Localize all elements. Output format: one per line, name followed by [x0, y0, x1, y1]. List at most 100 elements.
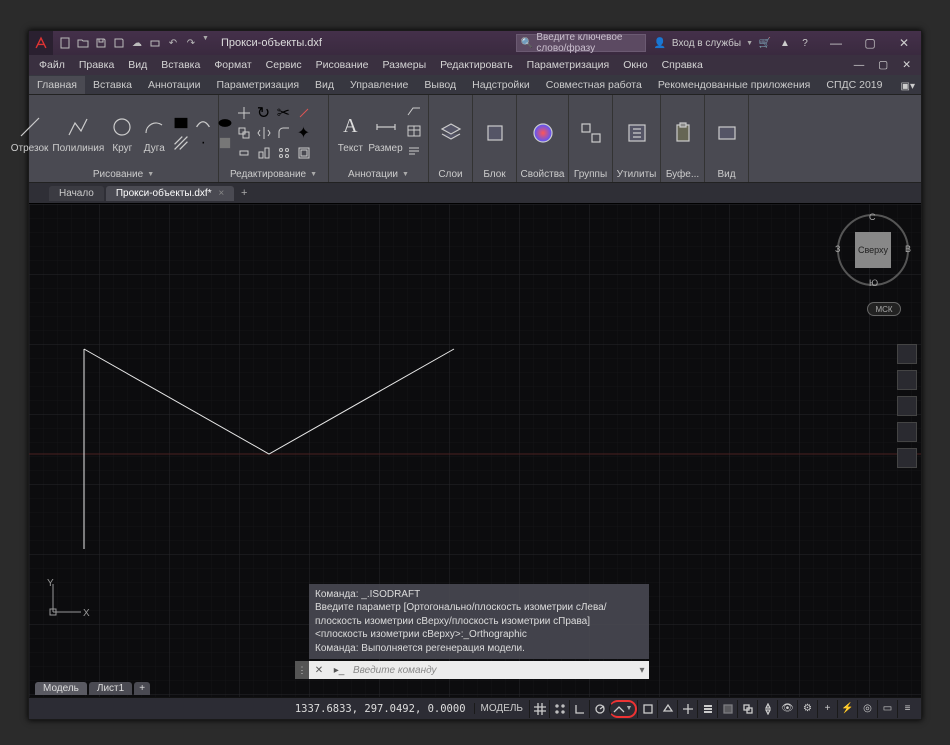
mirror-icon[interactable] [255, 124, 273, 142]
nav-orbit-icon[interactable] [897, 422, 917, 442]
coordinates-display[interactable]: 1337.6833, 297.0492, 0.0000 [287, 703, 474, 715]
hardware-accel-icon[interactable]: ⚡ [837, 700, 857, 718]
signin-icon[interactable]: 👤 [652, 35, 668, 51]
menu-modify[interactable]: Редактировать [434, 57, 519, 73]
hatch-icon[interactable] [172, 134, 190, 152]
cmd-drag-handle-icon[interactable]: ⋮ [295, 661, 309, 679]
qat-open-icon[interactable] [75, 35, 91, 51]
customize-icon[interactable]: ≡ [897, 700, 917, 718]
isodraft-toggle-icon[interactable]: ▼ [609, 700, 637, 718]
point-icon[interactable]: · [194, 134, 212, 152]
snap-toggle-icon[interactable] [549, 700, 569, 718]
cart-icon[interactable]: 🛒 [757, 35, 773, 51]
file-tab-start[interactable]: Начало [49, 186, 104, 201]
utilities-button[interactable] [623, 119, 651, 147]
arc-button[interactable]: Дуга [140, 113, 168, 154]
erase-icon[interactable] [295, 104, 313, 122]
minimize-button[interactable]: — [819, 31, 853, 55]
file-tab-current[interactable]: Прокси-объекты.dxf* × [106, 186, 234, 201]
panel-modify-label[interactable]: Редактирование▼ [225, 167, 322, 180]
explode-icon[interactable]: ✦ [295, 124, 313, 142]
scale-icon[interactable] [255, 144, 273, 162]
trim-icon[interactable]: ✂ [275, 104, 293, 122]
menu-tools[interactable]: Сервис [260, 57, 308, 73]
menu-parametric[interactable]: Параметризация [521, 57, 616, 73]
viewcube-e[interactable]: В [905, 244, 911, 254]
ribbon-tab-parametric[interactable]: Параметризация [209, 76, 308, 94]
text-button[interactable]: AТекст [336, 113, 364, 154]
properties-button[interactable] [529, 119, 557, 147]
ribbon-tab-output[interactable]: Вывод [416, 76, 464, 94]
menu-file[interactable]: Файл [33, 57, 71, 73]
polyline-button[interactable]: Полилиния [52, 113, 104, 154]
line-button[interactable]: Отрезок [11, 113, 49, 154]
menu-edit[interactable]: Правка [73, 57, 120, 73]
qat-save-icon[interactable] [93, 35, 109, 51]
grid-toggle-icon[interactable] [529, 700, 549, 718]
viewcube-top-face[interactable]: Сверху [855, 232, 891, 268]
maximize-button[interactable]: ▢ [853, 31, 887, 55]
ribbon-tab-spds[interactable]: СПДС 2019 [818, 76, 890, 94]
qat-undo-icon[interactable]: ↶ [165, 35, 181, 51]
3dosnap-toggle-icon[interactable] [657, 700, 677, 718]
doc-minimize-icon[interactable]: — [848, 57, 871, 73]
panel-annot-label[interactable]: Аннотации▼ [335, 167, 422, 180]
ribbon-tab-featured[interactable]: Рекомендованные приложения [650, 76, 819, 94]
qat-redo-icon[interactable]: ↷ [183, 35, 199, 51]
menu-insert[interactable]: Вставка [155, 57, 206, 73]
file-tab-close-icon[interactable]: × [218, 188, 224, 199]
view-button[interactable] [713, 119, 741, 147]
nav-showmotion-icon[interactable] [897, 448, 917, 468]
nav-wheel-icon[interactable] [897, 344, 917, 364]
workspace-icon[interactable]: ⚙ [797, 700, 817, 718]
ribbon-tab-manage[interactable]: Управление [342, 76, 416, 94]
cmd-close-icon[interactable]: ✕ [309, 665, 329, 676]
ortho-toggle-icon[interactable] [569, 700, 589, 718]
qat-cloud-icon[interactable]: ☁ [129, 35, 145, 51]
layout-tab-model[interactable]: Модель [35, 682, 87, 695]
fillet-icon[interactable] [275, 124, 293, 142]
lineweight-toggle-icon[interactable] [697, 700, 717, 718]
close-button[interactable]: ✕ [887, 31, 921, 55]
nav-pan-icon[interactable] [897, 370, 917, 390]
doc-close-icon[interactable]: ✕ [896, 57, 917, 73]
panel-draw-label[interactable]: Рисование▼ [35, 167, 212, 180]
menu-format[interactable]: Формат [208, 57, 257, 73]
leader-icon[interactable] [407, 104, 421, 122]
ribbon-tab-addins[interactable]: Надстройки [464, 76, 538, 94]
copy-icon[interactable] [235, 124, 253, 142]
qat-plot-icon[interactable] [147, 35, 163, 51]
isolate-icon[interactable]: ◎ [857, 700, 877, 718]
menu-window[interactable]: Окно [617, 57, 653, 73]
menu-help[interactable]: Справка [656, 57, 709, 73]
cleanscreen-icon[interactable]: ▭ [877, 700, 897, 718]
viewcube-s[interactable]: Ю [869, 278, 878, 288]
signin-dropdown-icon[interactable]: ▼ [746, 40, 753, 47]
signin-label[interactable]: Вход в службы [672, 38, 741, 49]
file-tab-new-button[interactable]: + [236, 185, 252, 201]
menu-draw[interactable]: Рисование [310, 57, 375, 73]
osnap-toggle-icon[interactable] [637, 700, 657, 718]
circle-button[interactable]: Круг [108, 113, 136, 154]
rotate-icon[interactable]: ↻ [255, 104, 273, 122]
dimension-button[interactable]: Размер [368, 113, 402, 154]
help-icon[interactable]: ? [797, 35, 813, 51]
groups-button[interactable] [577, 119, 605, 147]
transparency-toggle-icon[interactable] [717, 700, 737, 718]
layers-button[interactable] [437, 119, 465, 147]
viewcube[interactable]: Сверху С Ю В З [837, 214, 909, 286]
qat-dropdown-icon[interactable]: ▼ [202, 35, 209, 51]
cycling-toggle-icon[interactable] [737, 700, 757, 718]
block-button[interactable] [481, 119, 509, 147]
ribbon-tab-collab[interactable]: Совместная работа [538, 76, 650, 94]
exchange-icon[interactable]: ▲ [777, 35, 793, 51]
model-space-button[interactable]: МОДЕЛЬ [474, 703, 529, 714]
qat-saveas-icon[interactable] [111, 35, 127, 51]
stretch-icon[interactable] [235, 144, 253, 162]
move-icon[interactable] [235, 104, 253, 122]
ribbon-tab-home[interactable]: Главная [29, 76, 85, 94]
offset-icon[interactable] [295, 144, 313, 162]
doc-restore-icon[interactable]: ▢ [872, 57, 894, 73]
annovisible-icon[interactable]: 👁 [777, 700, 797, 718]
annotation-monitor-icon[interactable]: + [817, 700, 837, 718]
